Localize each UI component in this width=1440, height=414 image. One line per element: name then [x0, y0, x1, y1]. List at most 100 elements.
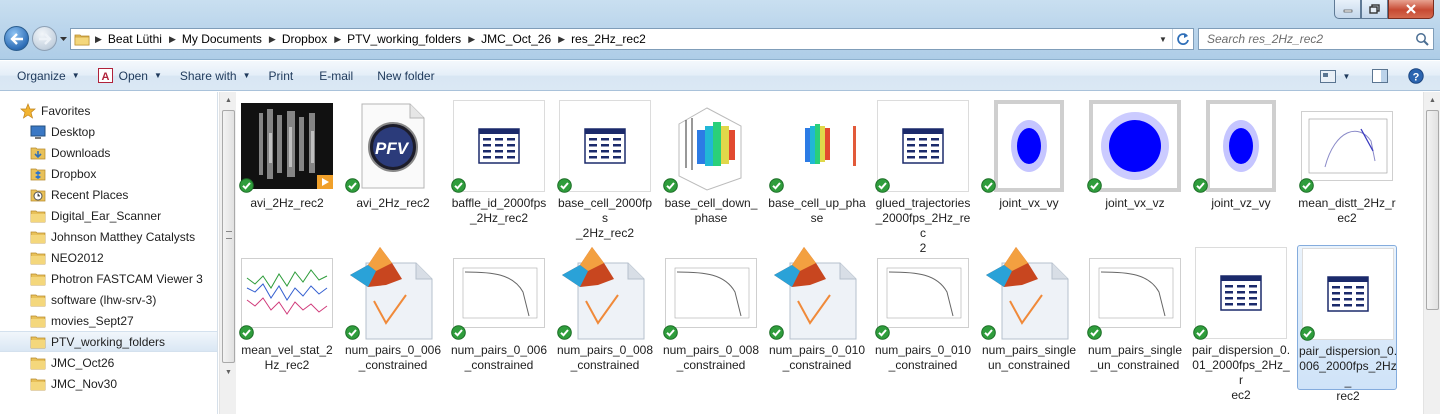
file-tile[interactable]: num_pairs_0_010 _constrained: [873, 245, 973, 390]
file-tile[interactable]: joint_vx_vz: [1085, 98, 1185, 243]
file-tile[interactable]: joint_vz_vy: [1191, 98, 1291, 243]
scroll-thumb[interactable]: [222, 110, 235, 363]
nav-item-downloads[interactable]: Downloads: [0, 142, 217, 163]
file-name-line: mean_distt_2Hz_r: [1298, 196, 1396, 210]
3d-plot-small-thumbnail: [770, 98, 864, 194]
chevron-down-icon: ▼: [242, 71, 251, 80]
file-tile[interactable]: PFV avi_2Hz_rec2: [343, 98, 443, 243]
file-tile[interactable]: baffle_id_2000fps _2Hz_rec2: [449, 98, 549, 243]
file-name-line: un_constrained: [987, 358, 1071, 372]
nav-item-dropbox[interactable]: Dropbox: [0, 163, 217, 184]
nav-item-recent-places[interactable]: Recent Places: [0, 184, 217, 205]
nav-favorites[interactable]: Favorites: [0, 100, 217, 121]
file-tile[interactable]: num_pairs_single _un_constrained: [1085, 245, 1185, 390]
breadcrumb-separator-icon[interactable]: ▶: [93, 34, 104, 45]
help-button[interactable]: ?: [1406, 65, 1426, 87]
file-tile[interactable]: glued_trajectories _2000fps_2Hz_rec 2: [873, 98, 973, 255]
breadcrumb-separator-icon[interactable]: ▶: [267, 34, 278, 45]
address-bar[interactable]: ▶ Beat Lüthi ▶ My Documents ▶ Dropbox ▶ PTV…: [70, 28, 1194, 50]
scroll-up-arrow-icon[interactable]: ▲: [220, 92, 237, 109]
nav-item-folder[interactable]: software (lhw-srv-3): [0, 289, 217, 310]
print-button[interactable]: Print: [260, 63, 303, 89]
content-scrollbar[interactable]: ▲: [1423, 92, 1440, 414]
table-file-icon: [876, 98, 970, 194]
nav-scrollbar[interactable]: ▲ ▼: [219, 92, 236, 414]
sync-check-icon: [451, 178, 466, 193]
nav-item-desktop[interactable]: Desktop: [0, 121, 217, 142]
file-tile[interactable]: pair_dispersion_0. 006_2000fps_2Hz_ rec2: [1297, 245, 1397, 403]
refresh-button[interactable]: [1172, 29, 1193, 49]
forward-button[interactable]: [32, 26, 57, 51]
search-box[interactable]: [1198, 28, 1434, 50]
matlab-fig-icon: [770, 245, 864, 341]
breadcrumb-separator-icon[interactable]: ▶: [556, 34, 567, 45]
breadcrumb-separator-icon[interactable]: ▶: [332, 34, 343, 45]
sync-check-icon: [769, 178, 784, 193]
file-name-line: num_pairs_0_006: [344, 343, 442, 357]
recent-pages-dropdown[interactable]: [59, 33, 68, 43]
search-icon[interactable]: [1415, 32, 1429, 46]
nav-item-folder[interactable]: JMC_Oct26: [0, 352, 217, 373]
nav-item-folder[interactable]: Johnson Matthey Catalysts: [0, 226, 217, 247]
file-tile[interactable]: base_cell_2000fps _2Hz_rec2: [555, 98, 655, 243]
breadcrumb-separator-icon[interactable]: ▶: [167, 34, 178, 45]
address-history-dropdown[interactable]: ▼: [1155, 29, 1171, 49]
file-tile[interactable]: num_pairs_single un_constrained: [979, 245, 1079, 390]
file-tile[interactable]: num_pairs_0_008 _constrained: [555, 245, 655, 390]
nav-item-folder[interactable]: PTV_working_folders: [0, 331, 217, 352]
file-tile[interactable]: base_cell_down_ phase: [661, 98, 761, 243]
nav-item-folder[interactable]: NEO2012: [0, 247, 217, 268]
back-button[interactable]: [4, 26, 29, 51]
file-tile[interactable]: joint_vx_vy: [979, 98, 1079, 243]
organize-button[interactable]: Organize ▼: [8, 63, 89, 89]
file-name: baffle_id_2000fps _2Hz_rec2: [449, 196, 549, 226]
file-name: avi_2Hz_rec2: [343, 196, 443, 211]
breadcrumb-item[interactable]: JMC_Oct_26 ▶: [477, 29, 567, 49]
folder-icon: [30, 378, 46, 390]
nav-item-folder[interactable]: movies_Sept27: [0, 310, 217, 331]
breadcrumb-item[interactable]: My Documents ▶: [178, 29, 278, 49]
file-name-line: _constrained: [888, 358, 958, 372]
file-name-line: baffle_id_2000fps: [451, 196, 547, 210]
file-tile[interactable]: num_pairs_0_006 _constrained: [449, 245, 549, 390]
sync-check-icon: [663, 178, 678, 193]
nav-item-folder[interactable]: Photron FASTCAM Viewer 3: [0, 268, 217, 289]
file-tile[interactable]: mean_vel_stat_2 Hz_rec2: [237, 245, 337, 390]
close-button[interactable]: [1388, 0, 1434, 19]
breadcrumb-item[interactable]: Beat Lüthi ▶: [104, 29, 178, 49]
breadcrumb-item[interactable]: PTV_working_folders ▶: [343, 29, 477, 49]
breadcrumb-separator-icon[interactable]: ▶: [466, 34, 477, 45]
matlab-fig-icon: [558, 245, 652, 341]
file-name-line: ec2: [1337, 211, 1357, 225]
file-name-line: 006_2000fps_2Hz_: [1299, 359, 1397, 388]
open-button[interactable]: A Open ▼: [89, 63, 171, 89]
breadcrumb-item[interactable]: Dropbox ▶: [278, 29, 343, 49]
scroll-down-arrow-icon[interactable]: ▼: [220, 364, 237, 381]
maximize-button[interactable]: [1361, 0, 1388, 19]
nav-item-folder[interactable]: JMC_Nov30: [0, 373, 217, 394]
desktop-icon: [30, 125, 46, 139]
file-tile[interactable]: num_pairs_0_008 _constrained: [661, 245, 761, 390]
file-tile[interactable]: num_pairs_0_010 _constrained: [767, 245, 867, 390]
scroll-thumb[interactable]: [1426, 110, 1439, 310]
search-input[interactable]: [1205, 30, 1415, 48]
share-with-button[interactable]: Share with ▼: [171, 63, 260, 89]
breadcrumb-item[interactable]: res_2Hz_rec2: [567, 29, 651, 49]
file-tile[interactable]: pair_dispersion_0. 01_2000fps_2Hz_r ec2: [1191, 245, 1291, 402]
minimize-button[interactable]: [1334, 0, 1361, 19]
new-folder-button[interactable]: New folder: [368, 63, 443, 89]
email-button[interactable]: E-mail: [310, 63, 362, 89]
sync-check-icon: [345, 325, 360, 340]
change-view-button[interactable]: ▼: [1316, 65, 1354, 87]
decay-plot-thumbnail: [876, 245, 970, 341]
file-tile[interactable]: avi_2Hz_rec2: [237, 98, 337, 243]
folder-icon: [30, 357, 46, 369]
star-icon: [20, 102, 36, 119]
svg-text:A: A: [101, 71, 109, 83]
preview-pane-button[interactable]: [1370, 65, 1390, 87]
file-tile[interactable]: num_pairs_0_006 _constrained: [343, 245, 443, 390]
file-tile[interactable]: base_cell_up_pha se: [767, 98, 867, 243]
file-tile[interactable]: mean_distt_2Hz_r ec2: [1297, 98, 1397, 243]
nav-item-folder[interactable]: Digital_Ear_Scanner: [0, 205, 217, 226]
scroll-up-arrow-icon[interactable]: ▲: [1424, 92, 1440, 109]
